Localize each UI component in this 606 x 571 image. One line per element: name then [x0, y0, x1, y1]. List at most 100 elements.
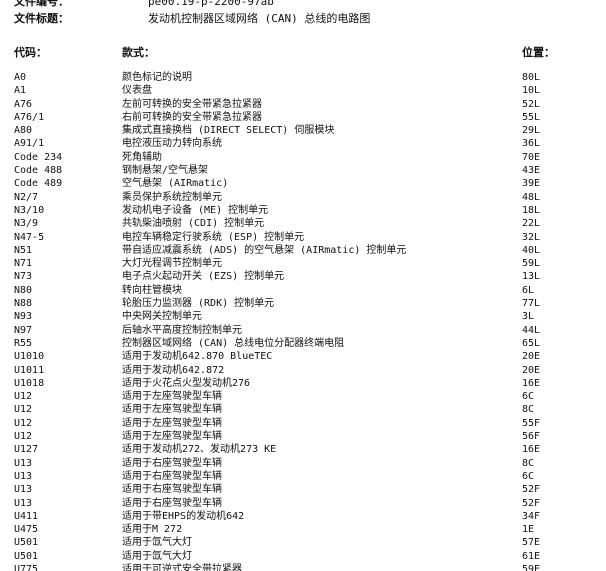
row-code: U475	[14, 524, 39, 536]
table-row: R55 控制器区域网络 (CAN) 总线电位分配器终端电阻 65L	[14, 337, 594, 350]
row-position: 44L	[522, 324, 541, 336]
row-position: 77L	[522, 298, 541, 310]
row-code: U12	[14, 404, 33, 416]
table-row: U1011 适用于发动机642.872 20E	[14, 364, 594, 377]
row-description: 中央网关控制单元	[122, 311, 202, 323]
row-position: 39E	[522, 178, 541, 190]
row-description: 适用于右座驾驶型车辆	[122, 484, 222, 496]
table-row: A76 左前可转换的安全带紧急拉紧器 52L	[14, 98, 594, 111]
row-position: 65L	[522, 337, 541, 349]
row-code: N2/7	[14, 191, 39, 203]
row-code: N88	[14, 298, 33, 310]
row-code: A76	[14, 98, 33, 110]
table-row: N80 转向柱管模块 6L	[14, 284, 594, 297]
row-position: 61E	[522, 550, 541, 562]
row-code: U12	[14, 391, 33, 403]
row-description: 空气悬架 (AIRmatic)	[122, 178, 229, 190]
row-description: 钢制悬架/空气悬架	[122, 165, 209, 177]
row-description: 适用于左座驾驶型车辆	[122, 391, 222, 403]
table-row: Code 488 钢制悬架/空气悬架 43E	[14, 164, 594, 177]
row-position: 8C	[522, 457, 535, 469]
table-row: N3/9 共轨柴油喷射 (CDI) 控制单元 22L	[14, 217, 594, 230]
row-description: 适用于火花点火型发动机276	[122, 377, 251, 389]
row-position: 59E	[522, 563, 541, 571]
row-position: 40L	[522, 244, 541, 256]
table-row: N2/7 乘员保护系统控制单元 48L	[14, 191, 594, 204]
table-row: U1018 适用于火花点火型发动机276 16E	[14, 377, 594, 390]
header-position: 位置：	[522, 46, 555, 59]
header-code: 代码：	[14, 46, 47, 59]
table-row: N97 后轴水平高度控制控制单元 44L	[14, 324, 594, 337]
row-description: 适用于右座驾驶型车辆	[122, 497, 222, 509]
row-position: 18L	[522, 204, 541, 216]
row-code: U411	[14, 510, 39, 522]
row-code: N97	[14, 324, 33, 336]
table-row: U13 适用于右座驾驶型车辆 8C	[14, 457, 594, 470]
table-row: U775 适用于可逆式安全带拉紧器 59E	[14, 563, 594, 571]
row-description: 适用于发动机642.872	[122, 364, 225, 376]
row-code: A76/1	[14, 111, 45, 123]
table-header: 代码： 款式： 位置：	[14, 45, 594, 61]
table-row: U411 适用于带EHPS的发动机642 34F	[14, 510, 594, 523]
header-description: 款式：	[122, 46, 155, 59]
row-position: 29L	[522, 125, 541, 137]
table-row: A76/1 右前可转换的安全带紧急拉紧器 55L	[14, 111, 594, 124]
table-row: N71 大灯光程调节控制单元 59L	[14, 257, 594, 270]
row-position: 16E	[522, 377, 541, 389]
row-code: N80	[14, 284, 33, 296]
row-description: 适用于带EHPS的发动机642	[122, 510, 245, 522]
row-code: U1018	[14, 377, 45, 389]
table-row: U1010 适用于发动机642.870 BlueTEC 20E	[14, 350, 594, 363]
row-position: 13L	[522, 271, 541, 283]
table-row: U12 适用于左座驾驶型车辆 8C	[14, 403, 594, 416]
row-description: 大灯光程调节控制单元	[122, 258, 222, 270]
row-position: 22L	[522, 218, 541, 230]
table-row: N51 带自适应减震系统 (ADS) 的空气悬架 (AIRmatic) 控制单元 4…	[14, 244, 594, 257]
row-code: Code 489	[14, 178, 63, 190]
row-code: U1010	[14, 351, 45, 363]
row-position: 6C	[522, 470, 535, 482]
row-description: 集成式直接换档 (DIRECT SELECT) 伺服模块	[122, 125, 335, 137]
row-code: U12	[14, 417, 33, 429]
row-code: N93	[14, 311, 33, 323]
row-code: U501	[14, 537, 39, 549]
row-description: 电控车辆稳定行驶系统 (ESP) 控制单元	[122, 231, 305, 243]
row-description: 乘员保护系统控制单元	[122, 191, 222, 203]
row-description: 共轨柴油喷射 (CDI) 控制单元	[122, 218, 265, 230]
row-description: 控制器区域网络 (CAN) 总线电位分配器终端电阻	[122, 337, 345, 349]
row-position: 57E	[522, 537, 541, 549]
table-row: U13 适用于右座驾驶型车辆 52F	[14, 483, 594, 496]
table-row: U13 适用于右座驾驶型车辆 6C	[14, 470, 594, 483]
row-position: 36L	[522, 138, 541, 150]
table-row: U501 适用于氙气大灯 61E	[14, 550, 594, 563]
row-description: 适用于M 272	[122, 524, 183, 536]
row-description: 发动机电子设备 (ME) 控制单元	[122, 204, 269, 216]
row-code: U1011	[14, 364, 45, 376]
row-code: Code 234	[14, 151, 63, 163]
row-description: 带自适应减震系统 (ADS) 的空气悬架 (AIRmatic) 控制单元	[122, 244, 407, 256]
row-position: 59L	[522, 258, 541, 270]
row-description: 适用于发动机642.870 BlueTEC	[122, 351, 273, 363]
row-description: 后轴水平高度控制控制单元	[122, 324, 242, 336]
table-row: U127 适用于发动机272、发动机273 KE 16E	[14, 443, 594, 456]
row-position: 52F	[522, 497, 541, 509]
row-code: A91/1	[14, 138, 45, 150]
row-code: A0	[14, 72, 27, 83]
row-position: 6L	[522, 284, 535, 296]
row-description: 左前可转换的安全带紧急拉紧器	[122, 98, 262, 110]
row-position: 3L	[522, 311, 535, 323]
row-code: N47-5	[14, 231, 45, 243]
row-code: A80	[14, 125, 33, 137]
table-row: U501 适用于氙气大灯 57E	[14, 536, 594, 549]
row-description: 电子点火起动开关 (EZS) 控制单元	[122, 271, 285, 283]
row-code: Code 488	[14, 165, 63, 177]
row-position: 20E	[522, 351, 541, 363]
row-description: 适用于发动机272、发动机273 KE	[122, 444, 277, 456]
row-position: 34F	[522, 510, 541, 522]
row-position: 48L	[522, 191, 541, 203]
row-description: 适用于左座驾驶型车辆	[122, 404, 222, 416]
row-description: 适用于左座驾驶型车辆	[122, 431, 222, 443]
row-position: 8C	[522, 404, 535, 416]
row-description: 电控液压动力转向系统	[122, 138, 222, 150]
row-code: N51	[14, 244, 33, 256]
